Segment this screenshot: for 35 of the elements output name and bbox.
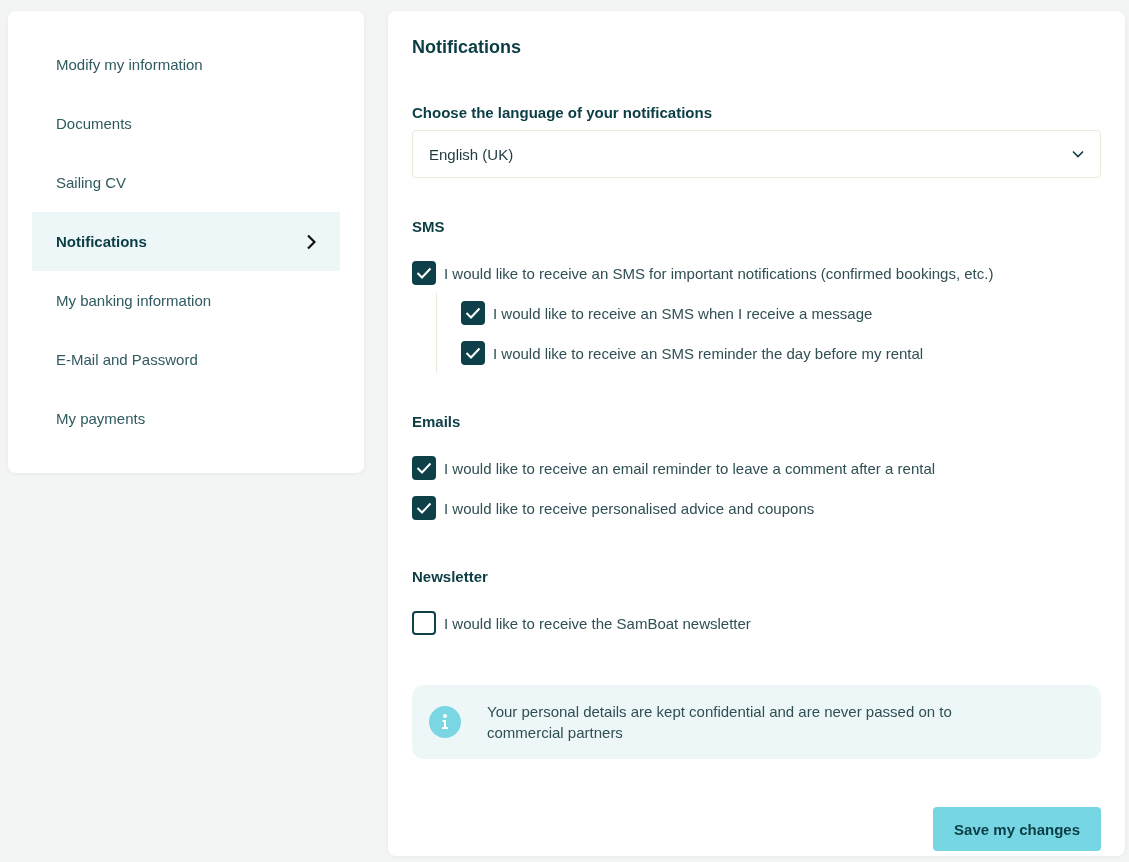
checkbox-label: I would like to receive an SMS for important notifications (confirmed bookings, etc.) bbox=[444, 264, 994, 282]
sidebar-item[interactable]: My payments bbox=[32, 389, 340, 448]
checkbox[interactable] bbox=[412, 611, 436, 635]
language-dropdown[interactable]: English (UK) bbox=[412, 130, 1101, 178]
checkmark-icon bbox=[416, 502, 432, 514]
checkbox[interactable] bbox=[461, 341, 485, 365]
checkbox-label: I would like to receive an SMS reminder the day before my rental bbox=[493, 344, 924, 362]
checkbox-label: I would like to receive personalised advice and coupons bbox=[444, 499, 815, 517]
sidebar-item[interactable]: Notifications bbox=[32, 212, 340, 271]
chevron-down-icon bbox=[1072, 150, 1084, 158]
section-heading: Emails bbox=[412, 413, 462, 431]
checkbox[interactable] bbox=[461, 301, 485, 325]
field-label: Choose the language of your notifications bbox=[412, 104, 713, 122]
checkmark-icon bbox=[416, 267, 432, 279]
section-heading: SMS bbox=[412, 218, 446, 236]
checkbox[interactable] bbox=[412, 261, 436, 285]
info-text: Your personal details are kept confidential and are never passed on to commercial partners bbox=[487, 702, 953, 743]
panel-title: Notifications bbox=[412, 36, 522, 59]
checkmark-icon bbox=[465, 307, 481, 319]
sidebar-item[interactable]: Modify my information bbox=[32, 35, 340, 94]
checkbox[interactable] bbox=[412, 456, 436, 480]
chevron-right-icon bbox=[306, 233, 316, 250]
info-icon bbox=[429, 706, 461, 738]
checkmark-icon bbox=[465, 347, 481, 359]
checkbox-label: I would like to receive an email reminder to leave a comment after a rental bbox=[444, 459, 936, 477]
sidebar-item[interactable]: My banking information bbox=[32, 271, 340, 330]
checkbox-label: I would like to receive an SMS when I receive a message bbox=[493, 304, 873, 322]
section-heading: Newsletter bbox=[412, 568, 489, 586]
checkbox[interactable] bbox=[412, 496, 436, 520]
sidebar-item[interactable]: Documents bbox=[32, 94, 340, 153]
checkmark-icon bbox=[416, 462, 432, 474]
sidebar-item[interactable]: Sailing CV bbox=[32, 153, 340, 212]
save-button[interactable]: Save my changes bbox=[933, 807, 1101, 851]
checkbox-label: I would like to receive the SamBoat newsletter bbox=[444, 614, 751, 632]
sidebar-item[interactable]: E-Mail and Password bbox=[32, 330, 340, 389]
